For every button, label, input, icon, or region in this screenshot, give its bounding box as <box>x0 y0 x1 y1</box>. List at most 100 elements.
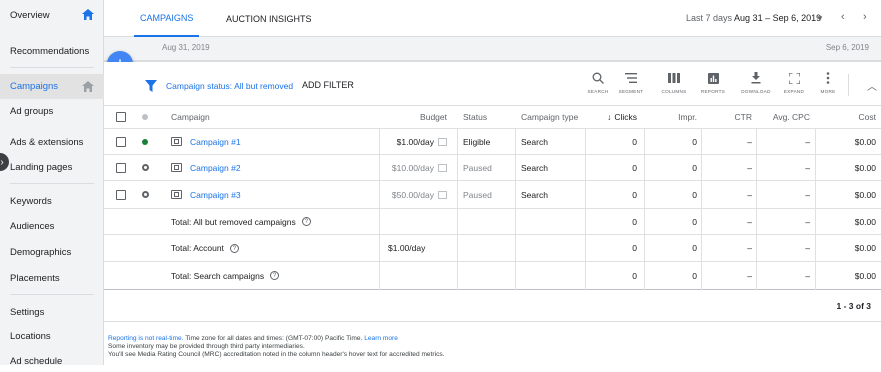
budget-value: $1.00/day <box>396 136 434 147</box>
reporting-not-realtime-link[interactable]: Reporting is not real-time. <box>108 335 184 342</box>
column-divider <box>815 129 816 290</box>
total-clicks: 0 <box>632 270 637 281</box>
learn-more-link[interactable]: Learn more <box>364 335 398 342</box>
next-period-icon[interactable]: › <box>863 11 867 23</box>
sidebar-item-audiences[interactable]: Audiences <box>0 215 104 237</box>
search-button[interactable]: SEARCH <box>580 70 616 94</box>
sort-arrow-down-icon: ↓ <box>607 112 612 122</box>
total-impr: 0 <box>692 270 697 281</box>
campaign-link[interactable]: Campaign #2 <box>190 163 241 173</box>
sidebar-item-landing-pages[interactable]: Landing pages <box>0 156 104 178</box>
campaign-link[interactable]: Campaign #1 <box>190 137 241 147</box>
header-campaign[interactable]: Campaign <box>171 106 210 128</box>
help-icon[interactable]: ? <box>270 271 280 280</box>
sidebar-item-placements[interactable]: Placements <box>0 267 104 289</box>
table-row[interactable]: Campaign #2 $10.00/day Paused Search 0 0… <box>104 155 881 181</box>
budget-chart-icon[interactable] <box>438 190 447 199</box>
sidebar-item-keywords[interactable]: Keywords <box>0 190 104 212</box>
column-divider <box>515 129 516 290</box>
top-tab-bar: CAMPAIGNS AUCTION INSIGHTS Last 7 days A… <box>104 0 881 37</box>
header-campaign-type[interactable]: Campaign type <box>521 106 578 128</box>
row-checkbox[interactable] <box>116 129 126 154</box>
tab-auction-insights[interactable]: AUCTION INSIGHTS <box>226 0 312 37</box>
help-icon[interactable]: ? <box>301 217 311 226</box>
status-dot-header <box>142 106 148 128</box>
header-budget[interactable]: Budget <box>379 106 447 128</box>
sidebar-divider <box>10 67 94 68</box>
status-enabled-icon <box>142 129 148 154</box>
sidebar-item-ad-groups[interactable]: Ad groups <box>0 100 104 122</box>
column-divider <box>756 129 757 290</box>
select-all-checkbox[interactable] <box>116 106 126 128</box>
sidebar-item-ads-extensions[interactable]: Ads & extensions <box>0 131 104 153</box>
clicks-cell: 0 <box>632 136 637 147</box>
sidebar-item-label: Ad groups <box>10 105 54 117</box>
sidebar-item-label: Keywords <box>10 195 52 207</box>
total-ctr: – <box>747 243 752 253</box>
pagination-row: 1 - 3 of 3 <box>104 290 881 322</box>
inventory-note: Some inventory may be provided through t… <box>108 343 305 350</box>
table-row[interactable]: Campaign #1 $1.00/day Eligible Search 0 … <box>104 129 881 155</box>
chevron-up-icon[interactable]: ︿ <box>867 78 877 93</box>
sidebar-item-settings[interactable]: Settings <box>0 301 104 323</box>
cost-cell: $0.00 <box>854 162 876 173</box>
sidebar-item-demographics[interactable]: Demographics <box>0 241 104 263</box>
impr-cell: 0 <box>692 162 697 173</box>
table-row[interactable]: Campaign #3 $50.00/day Paused Search 0 0… <box>104 181 881 209</box>
ctr-cell: – <box>747 162 752 173</box>
more-vert-icon <box>826 72 830 84</box>
filter-icon[interactable] <box>145 80 157 92</box>
help-icon[interactable]: ? <box>229 243 239 253</box>
date-range-selector[interactable]: Last 7 days Aug 31 – Sep 6, 2019 <box>686 13 821 23</box>
total-label: Total: Account <box>171 243 224 253</box>
expand-icon <box>788 72 800 84</box>
total-cost: $0.00 <box>854 243 876 253</box>
campaign-link[interactable]: Campaign #3 <box>190 190 241 200</box>
campaign-name[interactable]: Campaign #3 <box>171 181 241 208</box>
search-campaign-icon <box>171 163 182 172</box>
header-clicks-label: Clicks <box>614 112 637 122</box>
add-filter-button[interactable]: ADD FILTER <box>302 80 354 90</box>
budget-chart-icon[interactable] <box>438 137 447 146</box>
budget-value: $50.00/day <box>391 189 434 200</box>
tab-label: AUCTION INSIGHTS <box>226 13 312 24</box>
sidebar-item-label: Placements <box>10 272 60 284</box>
sidebar-item-overview[interactable]: Overview <box>0 4 104 26</box>
header-clicks[interactable]: ↓ Clicks <box>585 106 637 128</box>
header-impr[interactable]: Impr. <box>657 106 697 128</box>
total-label: Total: All but removed campaigns <box>171 216 296 227</box>
filter-value: All but removed <box>234 81 294 91</box>
header-status[interactable]: Status <box>463 106 487 128</box>
column-divider <box>701 129 702 290</box>
tab-campaigns[interactable]: CAMPAIGNS <box>134 0 200 37</box>
header-avg-cpc[interactable]: Avg. CPC <box>759 106 810 128</box>
header-ctr[interactable]: CTR <box>704 106 752 128</box>
reports-button[interactable]: REPORTS <box>695 70 731 94</box>
total-label-cell: Total: All but removed campaigns? <box>171 209 311 234</box>
columns-button[interactable]: COLUMNS <box>656 70 692 94</box>
previous-period-icon[interactable]: ‹ <box>841 11 845 23</box>
campaign-name[interactable]: Campaign #2 <box>171 155 241 180</box>
sidebar-item-campaigns[interactable]: Campaigns <box>0 74 104 99</box>
status-cell: Eligible <box>463 136 491 147</box>
expand-button[interactable]: EXPAND <box>776 70 812 94</box>
more-button[interactable]: MORE <box>810 70 846 94</box>
status-cell: Paused <box>463 162 492 173</box>
budget-chart-icon[interactable] <box>438 163 447 172</box>
row-checkbox[interactable] <box>116 155 126 180</box>
sidebar-divider <box>10 183 94 184</box>
date-range-prefix: Last 7 days <box>686 13 733 23</box>
header-cost[interactable]: Cost <box>819 106 876 128</box>
type-cell: Search <box>521 162 548 173</box>
download-button[interactable]: DOWNLOAD <box>738 70 774 94</box>
campaign-status-filter[interactable]: Campaign status: All but removed <box>166 81 293 91</box>
total-cost: $0.00 <box>854 270 876 281</box>
segment-button[interactable]: SEGMENT <box>613 70 649 94</box>
sidebar-item-ad-schedule[interactable]: Ad schedule <box>0 350 104 372</box>
campaign-name[interactable]: Campaign #1 <box>171 129 241 154</box>
cpc-cell: – <box>805 189 810 200</box>
row-checkbox[interactable] <box>116 181 126 208</box>
sidebar-item-recommendations[interactable]: Recommendations <box>0 40 104 62</box>
sidebar-item-locations[interactable]: Locations <box>0 325 104 347</box>
date-dropdown-icon[interactable]: ▼ <box>816 14 824 23</box>
